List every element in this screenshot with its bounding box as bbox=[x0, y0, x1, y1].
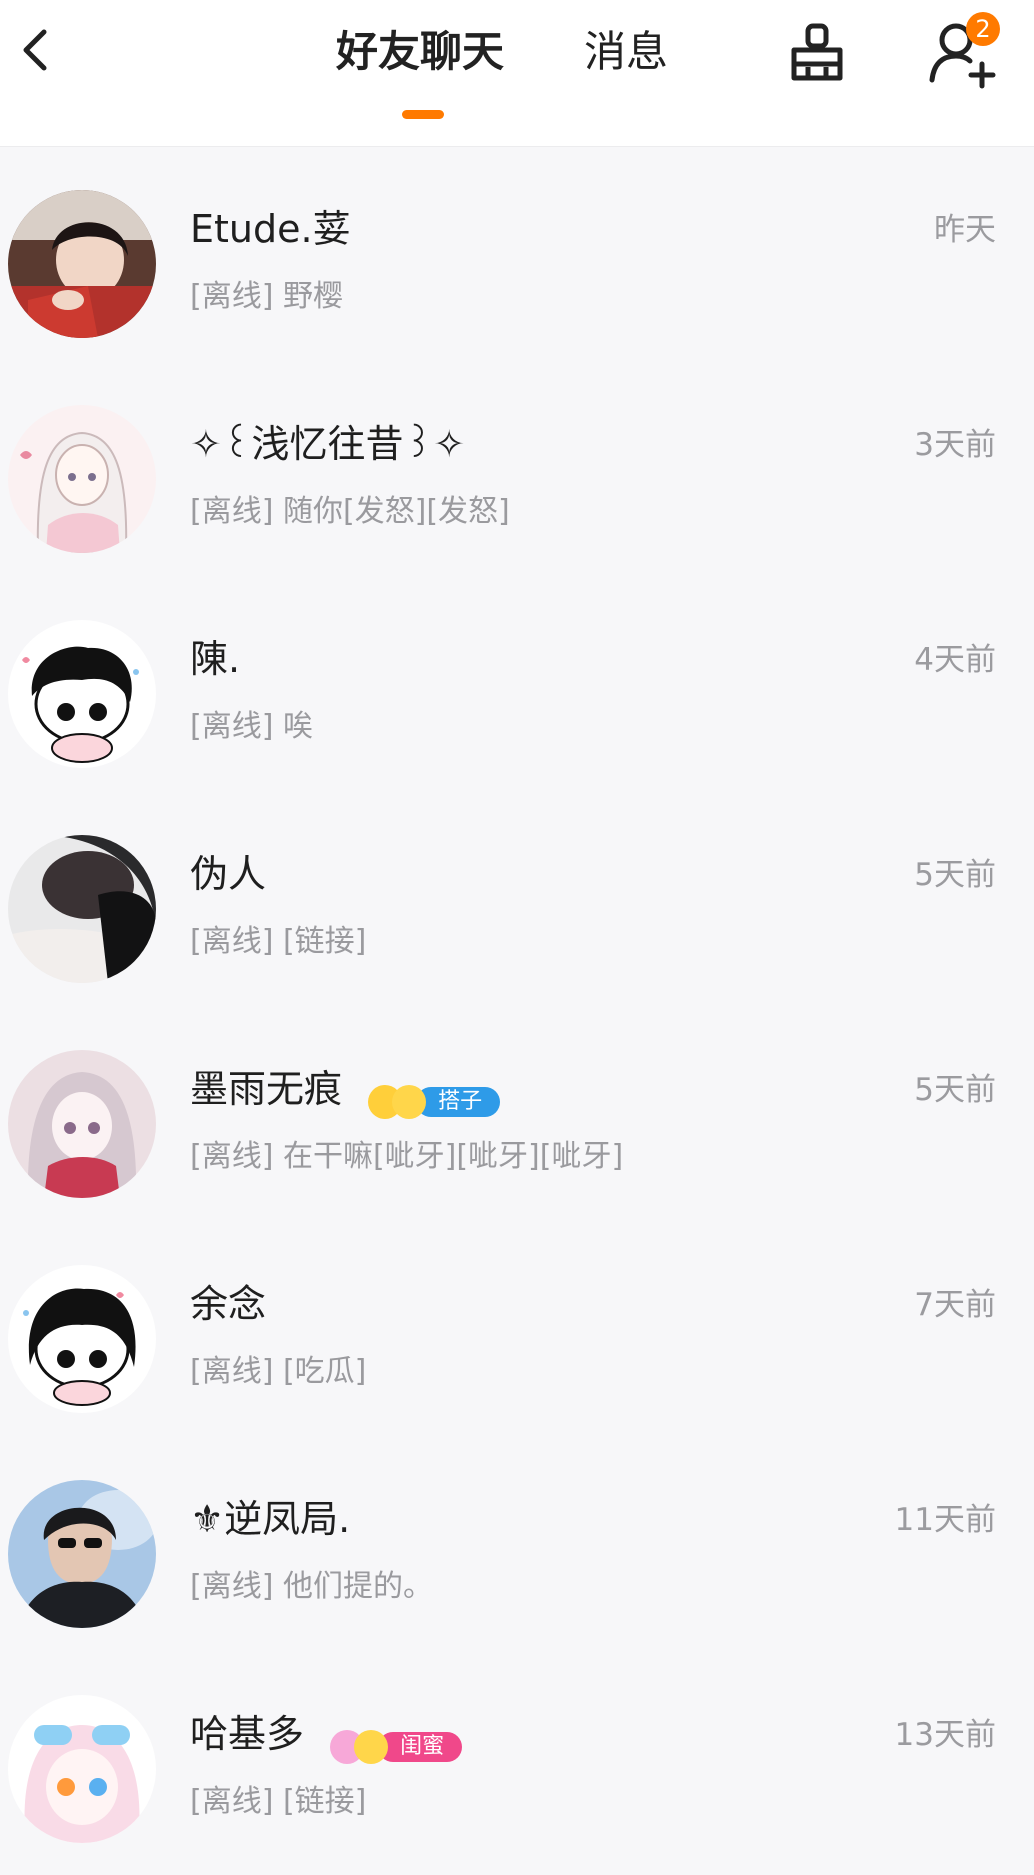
top-bar: 好友聊天 消息 2 bbox=[0, 0, 1034, 147]
avatar[interactable] bbox=[8, 1265, 156, 1413]
chat-name: 墨雨无痕 搭子 bbox=[190, 1064, 501, 1119]
chat-list-item[interactable]: 墨雨无痕 搭子 5天前 [离线] 在干嘛[呲牙][呲牙][呲牙] bbox=[0, 1008, 1034, 1223]
chat-name-text: 墨雨无痕 bbox=[190, 1067, 343, 1111]
clean-broom-icon[interactable] bbox=[784, 20, 850, 86]
avatar[interactable] bbox=[8, 190, 156, 338]
relationship-tag: 闺蜜 bbox=[330, 1720, 463, 1764]
avatar-photo-boy-icon bbox=[8, 1480, 156, 1628]
chat-time: 5天前 bbox=[914, 1072, 996, 1108]
avatar-photo-arm-icon bbox=[8, 835, 156, 983]
chat-time: 昨天 bbox=[934, 212, 996, 248]
avatar[interactable] bbox=[8, 835, 156, 983]
chat-time: 7天前 bbox=[914, 1287, 996, 1323]
avatar-chibi-girl-icon bbox=[8, 1265, 156, 1413]
chat-list-item[interactable]: ⚜逆凤局. 11天前 [离线] 他们提的。 bbox=[0, 1438, 1034, 1653]
avatar[interactable] bbox=[8, 620, 156, 768]
chat-time: 3天前 bbox=[914, 427, 996, 463]
chat-name: 陳. bbox=[190, 637, 241, 681]
chat-preview: [离线] 野樱 bbox=[190, 279, 343, 314]
avatar[interactable] bbox=[8, 1695, 156, 1843]
chat-name: ✧꒰浅忆往昔꒱✧ bbox=[190, 422, 466, 466]
chat-preview: [离线] 随你[发怒][发怒] bbox=[190, 494, 510, 529]
tab-messages[interactable]: 消息 bbox=[584, 22, 668, 82]
chat-preview: [离线] 他们提的。 bbox=[190, 1569, 433, 1604]
chat-name-text: 哈基多 bbox=[190, 1712, 305, 1756]
chat-time: 5天前 bbox=[914, 857, 996, 893]
chat-time: 4天前 bbox=[914, 642, 996, 678]
chat-list-item[interactable]: 陳. 4天前 [离线] 唉 bbox=[0, 578, 1034, 793]
chat-preview: [离线] 在干嘛[呲牙][呲牙][呲牙] bbox=[190, 1139, 624, 1174]
chat-list-item[interactable]: Etude.荽 昨天 [离线] 野樱 bbox=[0, 148, 1034, 363]
chat-name: 余念 bbox=[190, 1282, 267, 1326]
avatar[interactable] bbox=[8, 1050, 156, 1198]
chat-name: 伪人 bbox=[190, 852, 267, 896]
chat-list-item[interactable]: 伪人 5天前 [离线] [链接] bbox=[0, 793, 1034, 1008]
chat-time: 11天前 bbox=[894, 1502, 996, 1538]
chat-preview: [离线] [链接] bbox=[190, 924, 367, 959]
tag-label: 闺蜜 bbox=[378, 1732, 463, 1762]
friend-request-count-badge: 2 bbox=[966, 12, 1000, 46]
active-tab-indicator bbox=[402, 110, 444, 119]
tab-friend-chat[interactable]: 好友聊天 bbox=[336, 22, 504, 82]
back-arrow-icon[interactable] bbox=[8, 20, 68, 80]
star-eyes-emoji-icon bbox=[392, 1085, 427, 1119]
chat-list-item[interactable]: ✧꒰浅忆往昔꒱✧ 3天前 [离线] 随你[发怒][发怒] bbox=[0, 363, 1034, 578]
chat-preview: [离线] 唉 bbox=[190, 709, 313, 744]
chat-list-item[interactable]: 余念 7天前 [离线] [吃瓜] bbox=[0, 1223, 1034, 1438]
chat-preview: [离线] [链接] bbox=[190, 1784, 367, 1819]
chat-time: 13天前 bbox=[894, 1717, 996, 1753]
avatar-chibi-boy-icon bbox=[8, 620, 156, 768]
chat-preview: [离线] [吃瓜] bbox=[190, 1354, 367, 1389]
avatar-anime-girl-pink-icon bbox=[8, 1050, 156, 1198]
avatar-photo-girl-icon bbox=[8, 190, 156, 338]
avatar[interactable] bbox=[8, 405, 156, 553]
chat-name: 哈基多 闺蜜 bbox=[190, 1709, 463, 1764]
relationship-tag: 搭子 bbox=[368, 1075, 501, 1119]
avatar[interactable] bbox=[8, 1480, 156, 1628]
avatar-anime-girl-goggles-icon bbox=[8, 1695, 156, 1843]
chat-name: ⚜逆凤局. bbox=[190, 1497, 351, 1541]
chat-name: Etude.荽 bbox=[190, 207, 351, 251]
star-emoji-icon bbox=[354, 1730, 389, 1764]
avatar-anime-girl-icon bbox=[8, 405, 156, 553]
tag-label: 搭子 bbox=[416, 1087, 501, 1117]
chat-list-item[interactable]: 哈基多 闺蜜 13天前 [离线] [链接] bbox=[0, 1653, 1034, 1868]
